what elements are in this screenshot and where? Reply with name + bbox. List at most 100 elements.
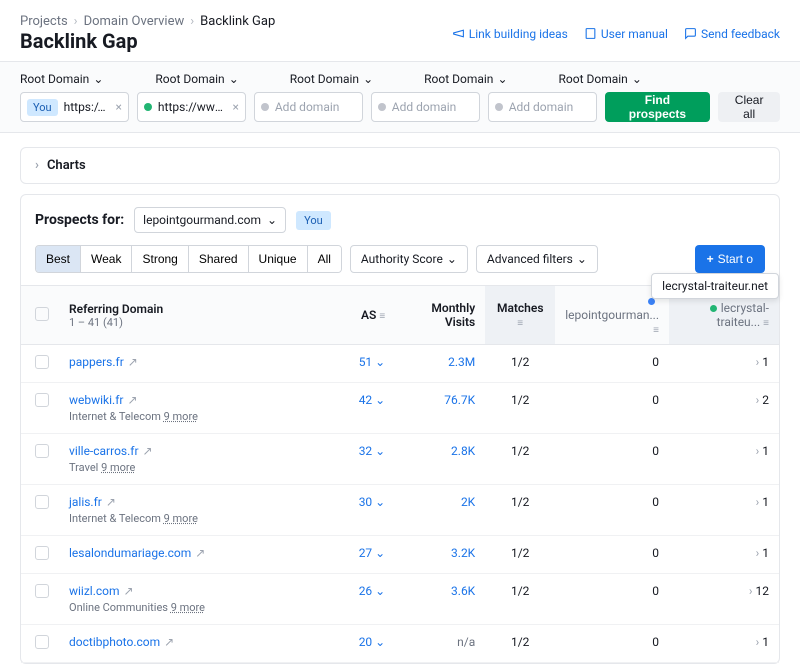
breadcrumb: Projects› Domain Overview› Backlink Gap (20, 14, 275, 29)
domain-link[interactable]: doctibphoto.com (69, 635, 160, 649)
external-link-icon[interactable]: ↗ (127, 393, 137, 407)
send-feedback[interactable]: Send feedback (684, 27, 780, 41)
find-prospects-button[interactable]: Find prospects (605, 92, 711, 122)
monthly-visits[interactable]: 2.3M (405, 355, 475, 369)
domain-link[interactable]: ville-carros.fr (69, 444, 139, 458)
domain2-value[interactable]: ›1 (669, 485, 779, 536)
select-all-checkbox[interactable] (35, 307, 49, 321)
tab-strong[interactable]: Strong (132, 246, 188, 272)
row-checkbox[interactable] (35, 635, 49, 649)
domain1-value: 0 (555, 434, 669, 485)
root-domain-select-4[interactable]: Root Domain⌄ (424, 72, 507, 86)
tab-weak[interactable]: Weak (81, 246, 132, 272)
col-referring-domain[interactable]: Referring Domain1 – 41 (41) (59, 286, 335, 345)
row-checkbox[interactable] (35, 355, 49, 369)
row-checkbox[interactable] (35, 393, 49, 407)
matches-value: 1/2 (485, 485, 555, 536)
domain-input-add-4[interactable]: Add domain (371, 92, 480, 122)
start-outreach-button[interactable]: +Start o (695, 245, 765, 273)
user-manual[interactable]: User manual (584, 27, 668, 41)
root-domain-select-5[interactable]: Root Domain⌄ (559, 72, 642, 86)
domain2-value[interactable]: ›1 (669, 345, 779, 383)
domain-link[interactable]: jalis.fr (69, 495, 102, 509)
domain2-value[interactable]: ›12 (669, 574, 779, 625)
monthly-visits[interactable]: 3.2K (405, 546, 475, 560)
prospects-domain-select[interactable]: lepointgourmand.com⌄ (134, 207, 286, 233)
as-value[interactable]: 30 ⌄ (359, 495, 386, 509)
charts-toggle[interactable]: ›Charts (20, 147, 780, 184)
col-as[interactable]: AS ≡ (335, 286, 395, 345)
domain2-value[interactable]: ›1 (669, 625, 779, 663)
tab-all[interactable]: All (308, 246, 341, 272)
domain1-value: 0 (555, 345, 669, 383)
col-monthly-visits[interactable]: Monthly Visits (395, 286, 485, 345)
clear-all-button[interactable]: Clear all (718, 92, 780, 122)
chevron-right-icon: › (756, 393, 760, 407)
monthly-visits[interactable]: 76.7K (405, 393, 475, 407)
crumb-overview[interactable]: Domain Overview (84, 14, 185, 29)
domain2-value[interactable]: ›1 (669, 536, 779, 574)
authority-score-filter[interactable]: Authority Score⌄ (350, 245, 468, 273)
external-link-icon[interactable]: ↗ (143, 444, 153, 458)
as-value[interactable]: 27 ⌄ (359, 546, 386, 560)
root-domain-select-3[interactable]: Root Domain⌄ (290, 72, 373, 86)
as-value[interactable]: 42 ⌄ (359, 393, 386, 407)
close-icon[interactable]: × (232, 100, 238, 114)
sort-icon: ≡ (517, 318, 523, 329)
matches-value: 1/2 (485, 383, 555, 434)
domain-input-add-5[interactable]: Add domain (488, 92, 597, 122)
root-domain-select-2[interactable]: Root Domain⌄ (155, 72, 238, 86)
table-row: ville-carros.fr↗Travel 9 more 32 ⌄ 2.8K … (21, 434, 779, 485)
domain1-value: 0 (555, 574, 669, 625)
external-link-icon[interactable]: ↗ (106, 495, 116, 509)
domain-tooltip: lecrystal-traiteur.net (651, 273, 779, 299)
domain-link[interactable]: lesalondumariage.com (69, 546, 191, 560)
domain-link[interactable]: pappers.fr (69, 355, 124, 369)
root-domain-select-1[interactable]: Root Domain⌄ (20, 72, 103, 86)
external-link-icon[interactable]: ↗ (164, 635, 174, 649)
domain1-value: 0 (555, 383, 669, 434)
domain-link[interactable]: webwiki.fr (69, 393, 123, 407)
as-value[interactable]: 51 ⌄ (359, 355, 386, 369)
row-checkbox[interactable] (35, 584, 49, 598)
col-matches[interactable]: Matches ≡ (485, 286, 555, 345)
as-value[interactable]: 32 ⌄ (359, 444, 386, 458)
dot-icon (495, 103, 503, 111)
monthly-visits[interactable]: 2.8K (405, 444, 475, 458)
crumb-projects[interactable]: Projects (20, 14, 68, 29)
external-link-icon[interactable]: ↗ (195, 546, 205, 560)
domain-input-add-3[interactable]: Add domain (254, 92, 363, 122)
domain2-value[interactable]: ›2 (669, 383, 779, 434)
row-checkbox[interactable] (35, 444, 49, 458)
close-icon[interactable]: × (116, 100, 122, 114)
domain-input-comp1[interactable]: https://www.l...× (137, 92, 246, 122)
as-value[interactable]: 26 ⌄ (359, 584, 386, 598)
table-row: lesalondumariage.com↗ 27 ⌄ 3.2K 1/2 0 ›1 (21, 536, 779, 574)
domain2-value[interactable]: ›1 (669, 434, 779, 485)
table-row: jalis.fr↗Internet & Telecom 9 more 30 ⌄ … (21, 485, 779, 536)
row-checkbox[interactable] (35, 546, 49, 560)
advanced-filters[interactable]: Advanced filters⌄ (476, 245, 598, 273)
as-value[interactable]: 20 ⌄ (359, 635, 386, 649)
chevron-right-icon: › (756, 546, 760, 560)
prospects-label: Prospects for: (35, 212, 124, 228)
monthly-visits[interactable]: 2K (405, 495, 475, 509)
tab-shared[interactable]: Shared (189, 246, 249, 272)
you-badge: You (296, 211, 331, 230)
table-row: webwiki.fr↗Internet & Telecom 9 more 42 … (21, 383, 779, 434)
external-link-icon[interactable]: ↗ (124, 584, 134, 598)
row-checkbox[interactable] (35, 495, 49, 509)
sort-icon: ≡ (379, 311, 385, 322)
tab-best[interactable]: Best (36, 246, 81, 272)
chevron-right-icon: › (756, 444, 760, 458)
dot-icon (378, 103, 386, 111)
tab-unique[interactable]: Unique (249, 246, 308, 272)
matches-value: 1/2 (485, 434, 555, 485)
monthly-visits[interactable]: 3.6K (405, 584, 475, 598)
domain-input-you[interactable]: Youhttps://lep...× (20, 92, 129, 122)
book-icon (584, 27, 597, 40)
link-building-ideas[interactable]: Link building ideas (452, 27, 568, 41)
domain-link[interactable]: wiizl.com (69, 584, 120, 598)
external-link-icon[interactable]: ↗ (128, 355, 138, 369)
megaphone-icon (452, 27, 465, 40)
